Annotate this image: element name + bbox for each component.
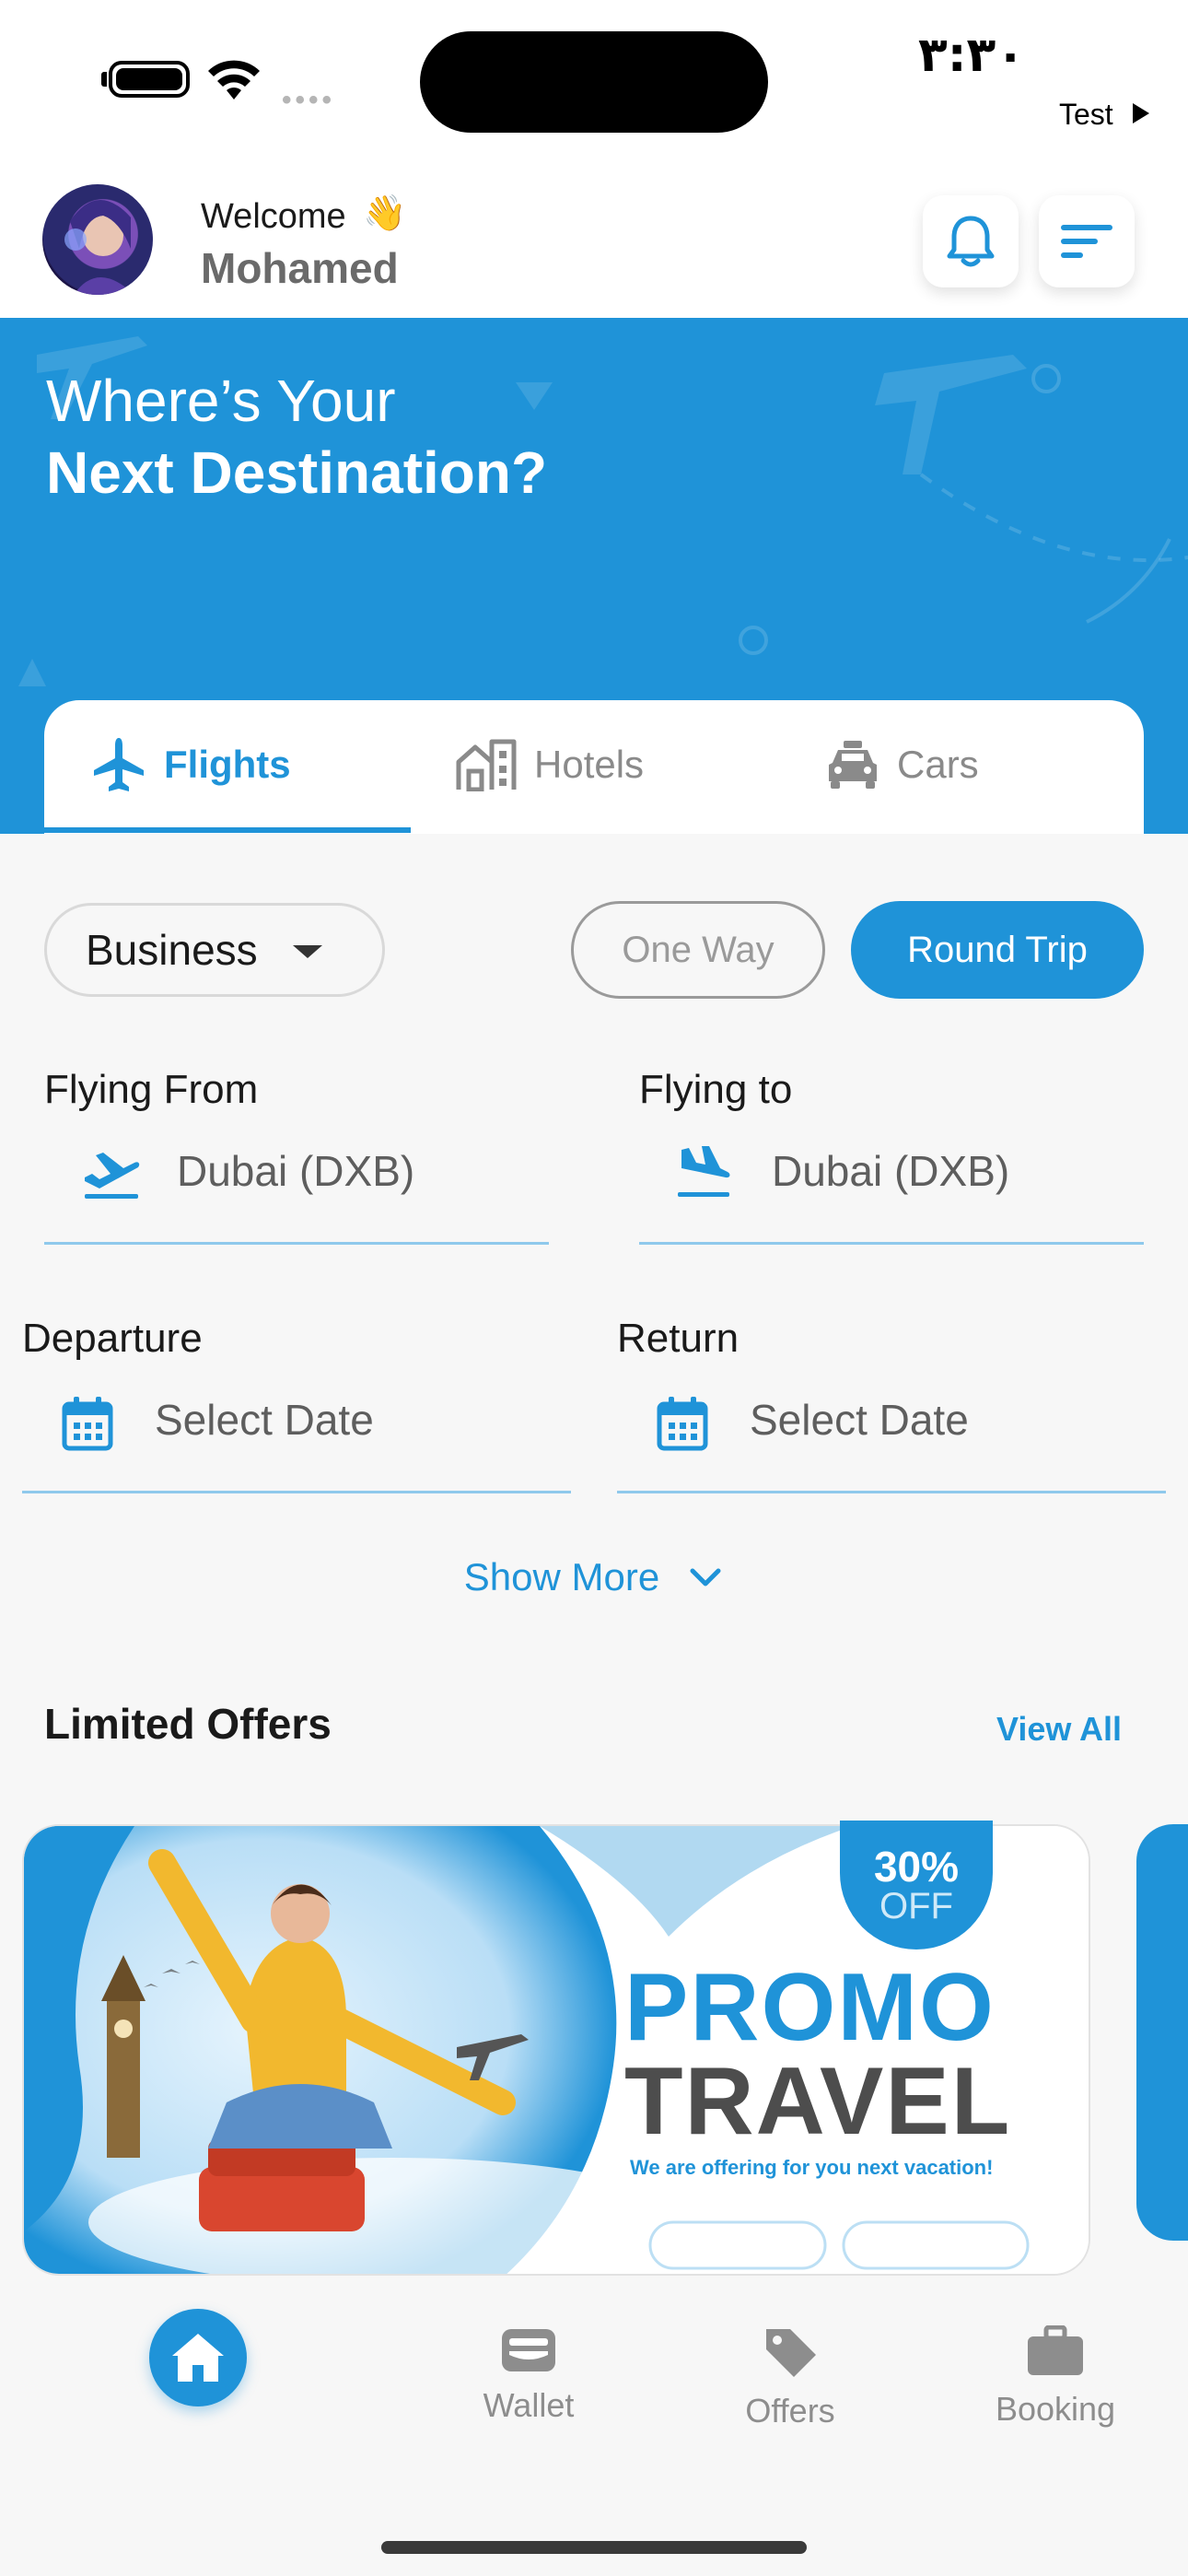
show-more-label: Show More <box>463 1555 660 1598</box>
wifi-icon <box>208 60 260 100</box>
chevron-down-icon <box>293 945 322 958</box>
cabin-class-value: Business <box>86 926 258 974</box>
wave-emoji: 👋 <box>363 194 407 233</box>
departure-label: Departure <box>22 1316 203 1361</box>
briefcase-icon <box>1028 2325 1083 2375</box>
filter-menu-icon <box>1061 225 1112 258</box>
flying-to-label: Flying to <box>639 1067 793 1112</box>
battery-cap <box>101 72 107 87</box>
discount-off: OFF <box>879 1886 953 1926</box>
flying-to-underline <box>639 1242 1144 1245</box>
notifications-button[interactable] <box>923 195 1019 287</box>
signal-dots-icon: •••• <box>282 85 336 115</box>
home-icon <box>172 2334 224 2382</box>
hero-title-line1: Where’s Your <box>46 368 396 434</box>
tab-flights-label: Flights <box>164 743 291 786</box>
status-time: ٣:٣٠ <box>917 28 1025 83</box>
username: Mohamed <box>201 244 399 292</box>
one-way-button[interactable]: One Way <box>571 901 825 999</box>
hotel-icon <box>456 739 517 791</box>
home-indicator[interactable] <box>381 2541 807 2554</box>
return-label: Return <box>617 1316 740 1361</box>
view-all-link[interactable]: View All <box>996 1710 1122 1749</box>
tab-hotels-label: Hotels <box>534 743 645 786</box>
battery-icon <box>109 61 190 98</box>
tag-icon <box>766 2329 816 2377</box>
show-more-button[interactable]: Show More <box>0 1555 1188 1599</box>
return-date-input[interactable]: Select Date <box>750 1395 969 1445</box>
departure-date-input[interactable]: Select Date <box>155 1395 374 1445</box>
welcome-text: Welcome <box>201 197 346 236</box>
tab-cars-label: Cars <box>897 743 979 786</box>
nav-booking[interactable]: Booking <box>973 2325 1138 2429</box>
section-title-limited-offers: Limited Offers <box>44 1700 332 1748</box>
nav-offers-label: Offers <box>745 2392 835 2430</box>
carrier-label: Test <box>1059 98 1113 131</box>
tab-cars[interactable]: Cars <box>825 728 979 802</box>
promo-subtitle: We are offering for you next vacation! <box>630 2156 994 2179</box>
wallet-icon <box>502 2329 555 2371</box>
tab-hotels[interactable]: Hotels <box>455 728 644 802</box>
flying-from-input[interactable]: Dubai (DXB) <box>177 1146 414 1196</box>
round-trip-button[interactable]: Round Trip <box>851 901 1144 999</box>
nav-wallet-label: Wallet <box>483 2386 575 2424</box>
calendar-icon <box>657 1397 708 1451</box>
dynamic-island <box>420 31 768 133</box>
next-promo-card[interactable] <box>1136 1824 1188 2241</box>
airplane-icon <box>94 738 144 791</box>
nav-booking-label: Booking <box>995 2390 1116 2428</box>
avatar[interactable] <box>42 184 153 295</box>
landing-icon <box>678 1146 730 1197</box>
cabin-class-select[interactable]: Business <box>44 903 385 997</box>
flying-from-label: Flying From <box>44 1067 259 1112</box>
return-underline <box>617 1491 1166 1493</box>
nav-offers[interactable]: Offers <box>707 2325 873 2430</box>
discount-percent: 30% <box>873 1843 960 1891</box>
chevron-down-icon <box>690 1568 721 1587</box>
promo-title-line2: TRAVEL <box>624 2048 1012 2155</box>
filter-menu-button[interactable] <box>1039 195 1135 287</box>
flying-to-input[interactable]: Dubai (DXB) <box>772 1146 1009 1196</box>
tab-flights[interactable]: Flights <box>90 728 291 802</box>
car-icon <box>829 741 877 789</box>
departure-underline <box>22 1491 571 1493</box>
calendar-icon <box>62 1397 113 1451</box>
nav-wallet[interactable]: Wallet <box>446 2325 611 2425</box>
flying-from-underline <box>44 1242 549 1245</box>
nav-home-button[interactable] <box>149 2309 247 2406</box>
hero-title-line2: Next Destination? <box>46 439 548 506</box>
active-tab-indicator <box>44 827 411 833</box>
bell-icon <box>947 216 995 267</box>
takeoff-icon <box>85 1153 140 1199</box>
play-icon <box>1133 103 1149 123</box>
